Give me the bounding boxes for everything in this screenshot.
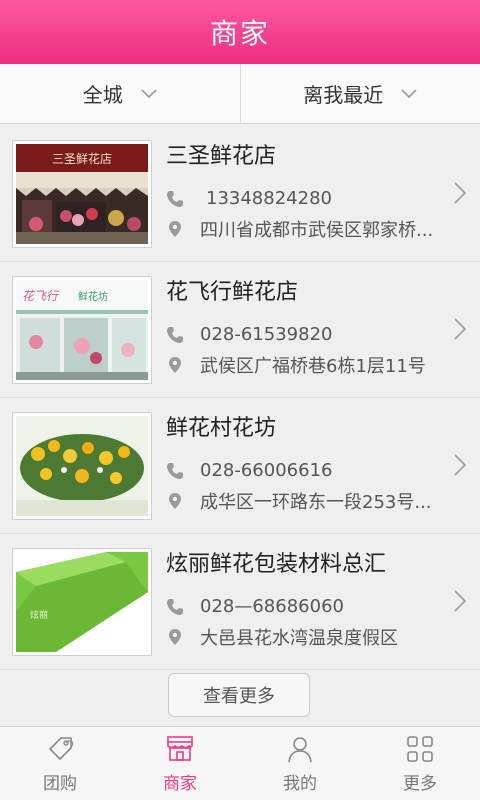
shop-name: 鲜花村花坊 [166,416,277,441]
filter-bar: 全城 离我最近 [0,64,480,124]
shop-phone: 028-61539820 [200,324,333,345]
shop-icon [167,736,193,761]
shop-phone-row[interactable]: 028—68686060 [166,596,471,617]
shop-address-row: 四川省成都市武侯区郭家桥... [166,216,471,242]
location-pin-icon [169,221,181,237]
chevron-down-icon [401,88,417,98]
tag-icon [49,737,74,760]
svg-text:花飞行: 花飞行 [22,289,60,303]
svg-text:炫丽: 炫丽 [30,609,48,621]
page-title: 商家 [209,17,270,50]
chevron-down-icon [141,88,157,98]
shop-name: 三圣鲜花店 [166,144,277,169]
shop-address: 四川省成都市武侯区郭家桥... [200,220,434,241]
shop-address-row: 武侯区广福桥巷6栋1层11号 [166,352,471,378]
tab-mine-label: 我的 [283,774,317,794]
shop-phone: 028—68686060 [200,596,344,617]
filter-sort-label: 离我最近 [303,83,384,107]
shop-list: 三圣鲜花店 三圣鲜花店 13348824280 四川省成都市武侯区郭家桥... [0,126,480,670]
shop-photo: 三圣鲜花店 [12,140,152,248]
chevron-right-icon [454,590,466,612]
load-more-button[interactable]: 查看更多 [168,673,310,717]
bottom-tab-bar: 团购 商家 我的 更多 [0,726,480,800]
user-icon [288,737,312,763]
tab-merchants-label: 商家 [163,774,197,794]
phone-icon [167,598,183,615]
tab-more-label: 更多 [403,774,437,794]
shop-phone: 13348824280 [206,188,332,209]
shop-address-row: 大邑县花水湾温泉度假区 [166,624,471,650]
tab-merchants[interactable]: 商家 [120,727,240,800]
tab-more[interactable]: 更多 [360,727,480,800]
shop-item[interactable]: 鲜花村花坊 028-66006616 成华区一环路东一段253号... [0,398,480,534]
location-pin-icon [169,493,181,509]
shop-phone-row[interactable]: 13348824280 [166,188,471,209]
phone-icon [167,326,183,343]
phone-icon [167,462,183,479]
shop-item[interactable]: 炫丽 炫丽鲜花包装材料总汇 028—68686060 大邑县花水湾温泉度假区 [0,534,480,670]
location-pin-icon [169,629,181,645]
shop-name: 花飞行鲜花店 [166,280,299,305]
location-pin-icon [169,357,181,373]
shop-address-row: 成华区一环路东一段253号... [166,488,471,514]
chevron-right-icon [454,454,466,476]
tab-group-buy[interactable]: 团购 [0,727,120,800]
app-header: 商家 [0,0,480,64]
shop-name: 炫丽鲜花包装材料总汇 [166,552,387,577]
phone-icon [167,190,183,207]
shop-photo: 炫丽 [12,548,152,656]
filter-area[interactable]: 全城 [0,64,240,123]
shop-photo [12,412,152,520]
shop-address: 武侯区广福桥巷6栋1层11号 [200,356,426,377]
tab-group-buy-label: 团购 [43,774,77,794]
shop-sign-text: 三圣鲜花店 [52,151,112,166]
grid-icon [407,736,433,762]
filter-area-label: 全城 [82,83,123,107]
shop-item[interactable]: 花飞行 鲜花坊 花飞行鲜花店 028-61539820 武侯区广福桥巷6栋1层1… [0,262,480,398]
shop-photo: 花飞行 鲜花坊 [12,276,152,384]
shop-address: 成华区一环路东一段253号... [200,492,432,513]
shop-phone-row[interactable]: 028-61539820 [166,324,471,345]
chevron-right-icon [454,318,466,340]
shop-item[interactable]: 三圣鲜花店 三圣鲜花店 13348824280 四川省成都市武侯区郭家桥... [0,126,480,262]
shop-address: 大邑县花水湾温泉度假区 [200,628,398,649]
shop-phone: 028-66006616 [200,460,333,481]
shop-sign-text: 鲜花坊 [78,290,108,303]
shop-phone-row[interactable]: 028-66006616 [166,460,471,481]
chevron-right-icon [454,182,466,204]
filter-sort[interactable]: 离我最近 [239,64,480,123]
tab-mine[interactable]: 我的 [240,727,360,800]
